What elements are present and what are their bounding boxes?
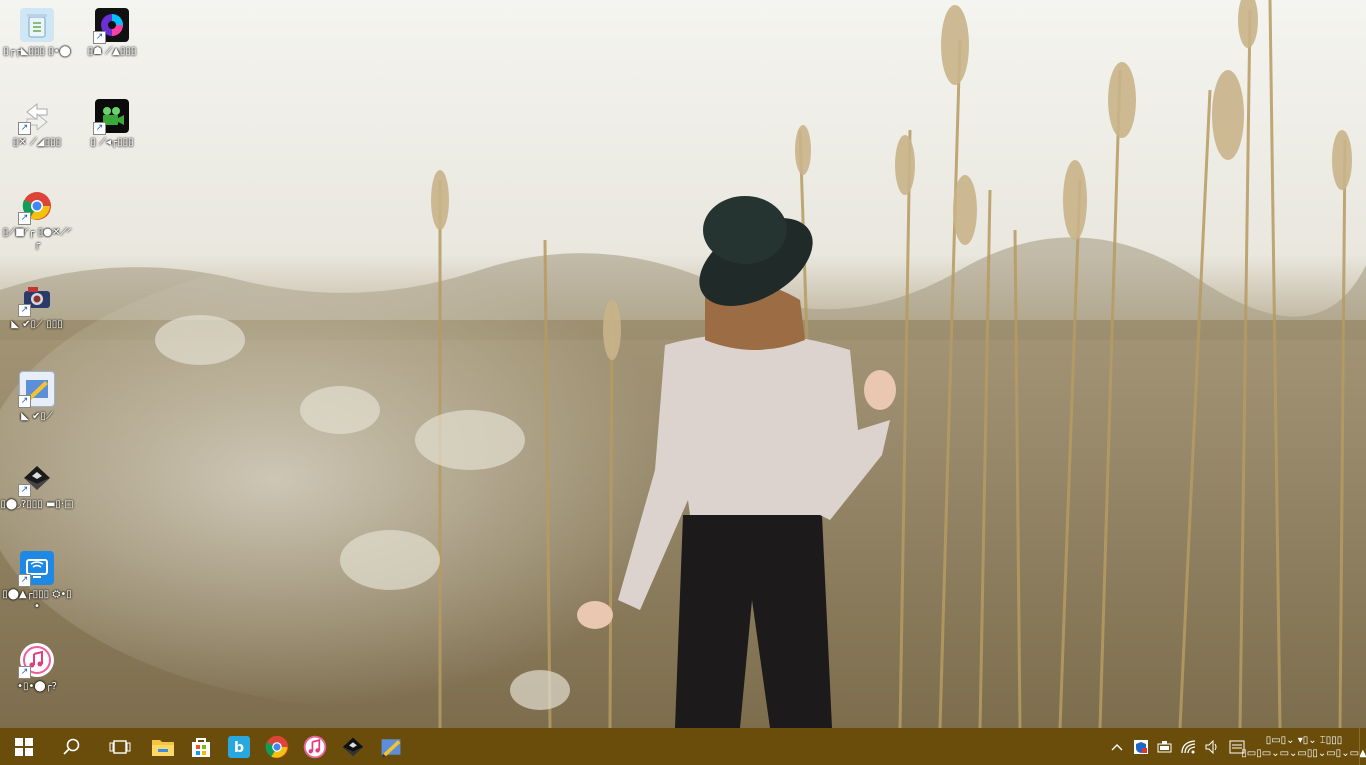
camera-icon: ↗ [18, 281, 54, 317]
recycle-bin-icon [20, 8, 54, 42]
task-view-icon [109, 739, 131, 754]
taskbar-store[interactable] [182, 728, 220, 765]
film-camera-icon: ↗ [93, 99, 129, 135]
taskbar-bluestacks[interactable]: b [220, 728, 258, 765]
paint-icon [381, 738, 401, 757]
ink-icon [342, 737, 364, 756]
chrome-icon [265, 735, 289, 758]
shortcut-arrow-icon: ↗ [93, 122, 106, 135]
desktop-icon-video-app[interactable]: ↗ ▯ ⟋◂┌▯▯▯ [75, 99, 149, 149]
wallpaper-image [0, 0, 1366, 728]
desktop-icon-label: ◣ ✔▯⟋ ▯▯▯ [11, 319, 63, 330]
shortcut-arrow-icon: ↗ [93, 31, 106, 44]
wifi-icon [1181, 739, 1196, 753]
tray-security[interactable] [1129, 728, 1153, 765]
chevron-up-icon [1111, 743, 1123, 750]
shortcut-arrow-icon: ↗ [18, 304, 31, 317]
tray-overflow-button[interactable] [1105, 728, 1129, 765]
desktop-wallpaper [0, 0, 1366, 728]
show-desktop-button[interactable] [1359, 728, 1366, 765]
taskbar-itunes[interactable] [296, 728, 334, 765]
tray-volume[interactable] [1201, 728, 1225, 765]
taskbar-file-explorer[interactable] [144, 728, 182, 765]
folder-icon [152, 739, 174, 756]
desktop-icon-recycle-bin[interactable]: ▯┌┌◣▯▯▯ ▯•⬤ [0, 8, 74, 58]
desktop-icon-label: ▯⬤▲┌▯▯▯ ⛭•▯• [2, 589, 72, 612]
chrome-icon: ↗ [18, 189, 54, 225]
task-view-button[interactable] [96, 728, 144, 765]
shortcut-arrow-icon: ↗ [18, 484, 31, 497]
clock-time: ▯▭▯⌄ ▾▯⌄ ⌶▯▯▯ [1265, 734, 1343, 746]
taskbar-chrome[interactable] [258, 728, 296, 765]
desktop-icon-ink-app[interactable]: ↗ ▯⬤◞?▯▯▯ ▬▯·□ [0, 461, 74, 511]
search-icon [63, 738, 80, 755]
desktop-icon-intel-app[interactable]: ↗ ▯⬤▲┌▯▯▯ ⛭•▯• [0, 551, 74, 613]
speaker-icon [1205, 739, 1217, 754]
desktop-icon-itunes[interactable]: ↗ •▯•⬤┌? [0, 643, 74, 693]
system-tray: ▯▭▯⌄ ▾▯⌄ ⌶▯▯▯ ▯▭▯▭⌄▭⌄▭▯▯⌄▭▯⌄▭▲ [1105, 728, 1366, 765]
tray-wifi[interactable] [1177, 728, 1201, 765]
shortcut-arrow-icon: ↗ [18, 212, 31, 225]
shortcut-arrow-icon: ↗ [18, 122, 31, 135]
shortcut-arrow-icon: ↗ [18, 666, 31, 679]
ink-icon: ↗ [18, 461, 54, 497]
taskbar-paint-app[interactable] [372, 728, 410, 765]
store-bag-icon [192, 737, 210, 757]
desktop-icon-paint-app[interactable]: ↗ ◣ ✔▯⟋ [0, 371, 74, 423]
shortcut-arrow-icon: ↗ [18, 574, 31, 587]
search-button[interactable] [48, 728, 96, 765]
taskbar: b ▯▭▯⌄ ▾▯⌄ ⌶▯▯▯ ▯▭▯▭⌄▭⌄▭▯▯⌄▭▯⌄▭▲ [0, 728, 1366, 765]
desktop-icon-label: ▯☗ ⟋▲▯▯▯ [87, 46, 137, 57]
clock-date: ▯▭▯▭⌄▭⌄▭▯▯⌄▭▯⌄▭▲ [1241, 747, 1366, 759]
arrows-icon: ↗ [18, 99, 54, 135]
shortcut-arrow-icon: ↗ [18, 395, 31, 408]
svg-text:b: b [234, 740, 244, 756]
tray-battery[interactable] [1153, 728, 1177, 765]
desktop-icon-label: ▯⬤◞?▯▯▯ ▬▯·□ [0, 499, 74, 510]
desktop-icon-camera-app[interactable]: ↗ ◣ ✔▯⟋ ▯▯▯ [0, 281, 74, 331]
windows-logo-icon [15, 737, 33, 756]
bluestacks-icon: b [228, 735, 250, 758]
desktop-icon-chrome[interactable]: ↗ ▯⟋■◜┌ ▯●✕⟋◜┌ [0, 189, 74, 251]
music-note-icon: ↗ [18, 643, 54, 679]
desktop-icon-label: ▯┌┌◣▯▯▯ ▯•⬤ [3, 46, 71, 57]
desktop-icon-color-app[interactable]: ↗ ▯☗ ⟋▲▯▯▯ [75, 8, 149, 58]
taskbar-ink-app[interactable] [334, 728, 372, 765]
desktop-icon-label: ▯⟋■◜┌ ▯●✕⟋◜┌ [2, 227, 72, 250]
desktop-icon-label: ◣ ✔▯⟋ [21, 411, 53, 422]
desktop-icon-label: •▯•⬤┌? [17, 681, 57, 692]
color-wheel-icon: ↗ [93, 8, 129, 44]
music-note-icon [303, 735, 327, 758]
start-button[interactable] [0, 728, 48, 765]
security-shield-icon [1134, 739, 1148, 754]
battery-icon [1157, 740, 1172, 752]
taskbar-clock[interactable]: ▯▭▯⌄ ▾▯⌄ ⌶▯▯▯ ▯▭▯▭⌄▭⌄▭▯▯⌄▭▯⌄▭▲ [1241, 728, 1366, 765]
desktop-icon-label: ▯✕ ⟋◢▯▯▯ [12, 137, 62, 148]
intel-icon: ↗ [18, 551, 54, 587]
desktop-icon-network-app[interactable]: ↗ ▯✕ ⟋◢▯▯▯ [0, 99, 74, 149]
desktop-icon-label: ▯ ⟋◂┌▯▯▯ [90, 137, 134, 148]
paint-icon: ↗ [18, 371, 55, 408]
